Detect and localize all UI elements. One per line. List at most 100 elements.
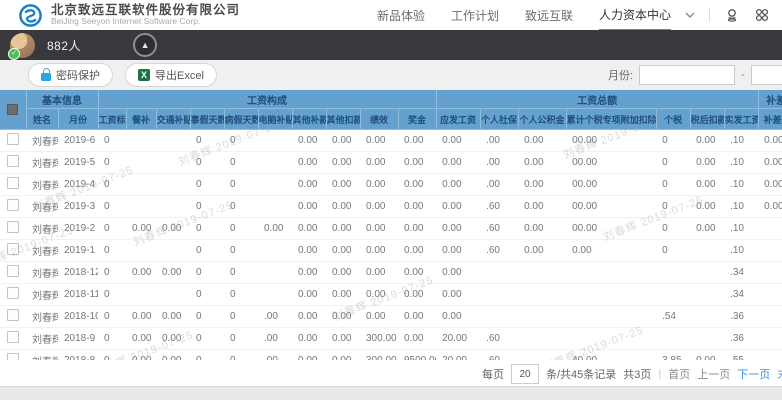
col-header-9[interactable]: 其他扣款: [326, 109, 360, 130]
col-header-4[interactable]: 交通补贴: [156, 109, 190, 130]
cell-14: 0.00: [518, 174, 566, 196]
contact-pin-icon[interactable]: [724, 7, 740, 23]
cell-5: 0: [190, 306, 224, 328]
cell-5: 0: [190, 130, 224, 152]
cell-1: 2018-9: [58, 328, 98, 350]
col-header-19[interactable]: 补差总金额: [758, 109, 782, 130]
nav-item-2[interactable]: 致远互联: [525, 0, 573, 30]
pager-prev[interactable]: 上一页: [697, 366, 730, 382]
col-header-1[interactable]: 月份: [58, 109, 98, 130]
cell-3: 0.00: [126, 350, 156, 361]
select-all-checkbox[interactable]: [7, 104, 18, 115]
col-header-17[interactable]: 税后扣款: [690, 109, 724, 130]
cell-12: 0.00: [436, 196, 480, 218]
group-header-2: 工资总额: [436, 90, 758, 109]
nav-item-3[interactable]: 人力资本中心: [599, 0, 671, 31]
cell-10: 0.00: [360, 196, 398, 218]
col-header-11[interactable]: 奖金: [398, 109, 436, 130]
col-header-10[interactable]: 绩效: [360, 109, 398, 130]
user-bar: ✓ 882人 ▲: [0, 30, 782, 60]
scroll-top-button[interactable]: ▲: [133, 33, 157, 57]
col-header-5[interactable]: 事假天数: [190, 109, 224, 130]
cell-10: 0.00: [360, 130, 398, 152]
col-header-16[interactable]: 个税: [656, 109, 690, 130]
cell-10: 300.00: [360, 350, 398, 361]
table-row: 刘春辉2018-1000.000.0000.000.000.000.000.00…: [0, 306, 782, 328]
lock-icon: [41, 73, 51, 81]
cell-1: 2018-12: [58, 262, 98, 284]
select-all-cell: [0, 90, 26, 130]
pager-last[interactable]: 末页: [777, 366, 782, 382]
month-to-input[interactable]: [751, 65, 782, 85]
row-checkbox-cell: [0, 262, 26, 284]
cell-15: 00.00: [566, 130, 656, 152]
cell-16: 0: [656, 196, 690, 218]
col-header-12[interactable]: 应发工资: [436, 109, 480, 130]
cell-15: [566, 306, 656, 328]
cell-18: .36: [724, 328, 758, 350]
cell-9: 0.00: [326, 284, 360, 306]
cell-5: 0: [190, 284, 224, 306]
cell-19: [758, 328, 782, 350]
col-header-8[interactable]: 其他补款: [292, 109, 326, 130]
chevron-down-icon[interactable]: [685, 10, 695, 20]
cell-5: 0: [190, 196, 224, 218]
nav-item-0[interactable]: 新品体验: [377, 0, 425, 30]
col-header-3[interactable]: 餐补: [126, 109, 156, 130]
col-header-14[interactable]: 个人公积金: [518, 109, 566, 130]
row-checkbox[interactable]: [7, 309, 19, 321]
col-header-6[interactable]: 病假天数: [224, 109, 258, 130]
pager-first[interactable]: 首页: [668, 366, 690, 382]
row-checkbox[interactable]: [7, 221, 19, 233]
cell-6: 0: [224, 284, 258, 306]
col-header-7[interactable]: 电脑补贴: [258, 109, 292, 130]
row-checkbox[interactable]: [7, 243, 19, 255]
cell-12: 0.00: [436, 240, 480, 262]
cell-7: [258, 174, 292, 196]
avatar[interactable]: ✓: [10, 33, 35, 58]
cell-13: .60: [480, 218, 518, 240]
col-header-2[interactable]: 工资标准: [98, 109, 126, 130]
pager-next[interactable]: 下一页: [737, 366, 770, 382]
cell-11: 0.00: [398, 328, 436, 350]
cell-17: 0.00: [690, 218, 724, 240]
col-header-13[interactable]: 个人社保: [480, 109, 518, 130]
col-header-0[interactable]: 姓名: [26, 109, 58, 130]
row-checkbox[interactable]: [7, 287, 19, 299]
row-checkbox[interactable]: [7, 353, 19, 360]
row-checkbox[interactable]: [7, 133, 19, 145]
password-protect-button[interactable]: 密码保护: [28, 63, 113, 87]
month-from-input[interactable]: [639, 65, 735, 85]
row-checkbox[interactable]: [7, 331, 19, 343]
cell-16: 3.85: [656, 350, 690, 361]
nav-divider: [709, 8, 710, 22]
apps-grid-icon[interactable]: [754, 7, 770, 23]
cell-10: 0.00: [360, 218, 398, 240]
cell-14: [518, 328, 566, 350]
col-header-15[interactable]: 累计个税专项附加扣除: [566, 109, 656, 130]
cell-19: [758, 240, 782, 262]
nav-item-1[interactable]: 工作计划: [451, 0, 499, 30]
cell-3: [126, 240, 156, 262]
cell-18: .55: [724, 350, 758, 361]
cell-12: 0.00: [436, 218, 480, 240]
cell-14: 0.00: [518, 218, 566, 240]
cell-5: 0: [190, 262, 224, 284]
export-excel-button[interactable]: X 导出Excel: [125, 63, 217, 87]
cell-18: .10: [724, 152, 758, 174]
cell-2: 0: [98, 284, 126, 306]
row-checkbox[interactable]: [7, 177, 19, 189]
cell-6: 0: [224, 130, 258, 152]
cell-19: 0.00: [758, 196, 782, 218]
cell-17: [690, 306, 724, 328]
row-checkbox[interactable]: [7, 265, 19, 277]
row-checkbox[interactable]: [7, 155, 19, 167]
cell-1: 2019-3: [58, 196, 98, 218]
cell-10: 300.00: [360, 328, 398, 350]
col-header-18[interactable]: 实发工资: [724, 109, 758, 130]
cell-1: 2019-1: [58, 240, 98, 262]
row-checkbox[interactable]: [7, 199, 19, 211]
cell-3: 0.00: [126, 306, 156, 328]
page-size-input[interactable]: [511, 364, 539, 384]
cell-17: [690, 262, 724, 284]
